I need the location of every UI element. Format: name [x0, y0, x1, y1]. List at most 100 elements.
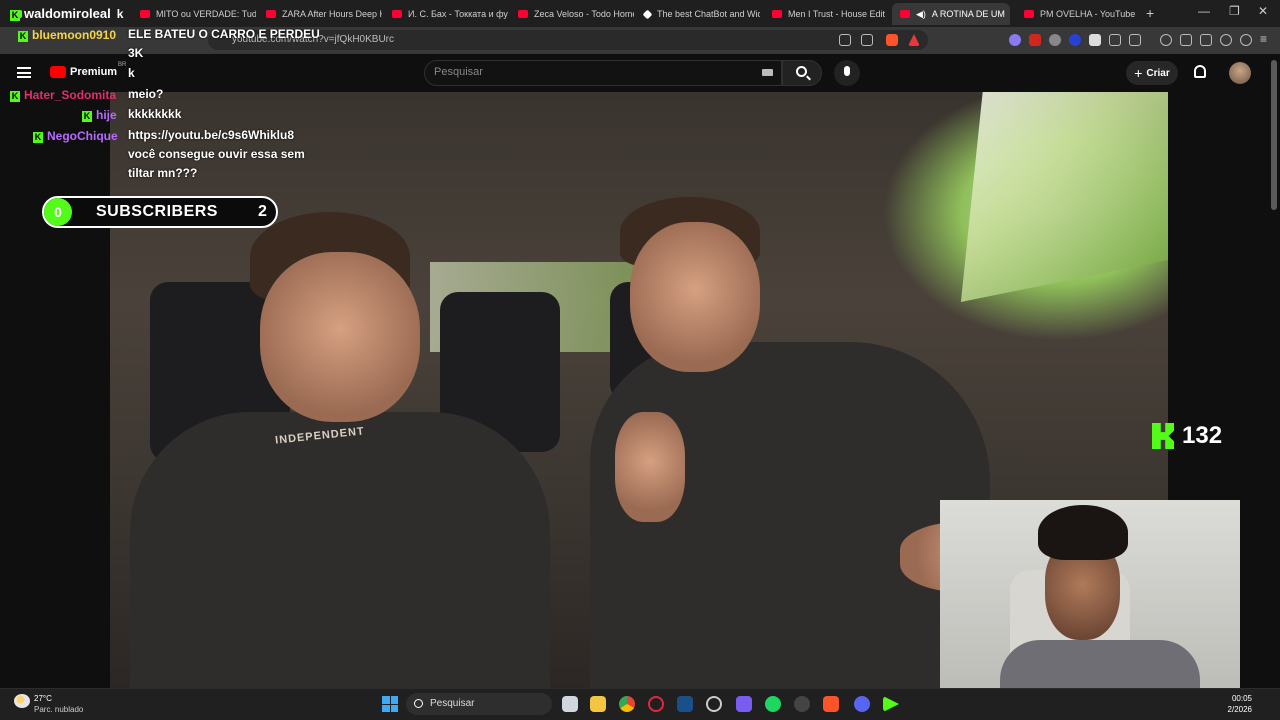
menu-icon[interactable]: ≡	[1260, 33, 1272, 46]
youtube-favicon-icon	[266, 10, 276, 18]
youtube-logo-text[interactable]: Premium	[70, 66, 117, 78]
keyboard-icon[interactable]	[762, 69, 773, 76]
voice-search-icon[interactable]	[834, 60, 860, 86]
chat-text: meio?	[128, 87, 164, 101]
app-icon[interactable]	[794, 696, 810, 712]
subscriber-count: 0	[44, 198, 72, 226]
chat-message: Khije	[82, 107, 123, 123]
tab-3[interactable]: И. С. Бах - Токката и фуга	[384, 3, 508, 25]
driver-head-image	[630, 222, 760, 372]
create-button[interactable]: + Criar	[1126, 61, 1178, 85]
clock-time[interactable]: 00:05	[1222, 694, 1252, 703]
tab-label: A ROTINA DE UM	[931, 9, 1005, 19]
sidebar-icon[interactable]	[1180, 34, 1192, 46]
tab-label: PM OVELHA - YouTube	[1040, 9, 1136, 19]
tab-label: MITO ou VERDADE: Tudo	[156, 9, 256, 19]
tab-4[interactable]: Zeca Veloso - Todo Homem	[510, 3, 634, 25]
new-tab-icon[interactable]: +	[1146, 5, 1154, 21]
kick-logo-icon	[1152, 423, 1174, 449]
chat-username: bluemoon0910	[32, 28, 117, 42]
brave-icon[interactable]	[823, 696, 839, 712]
cast-icon[interactable]	[839, 34, 851, 46]
passenger-body-image	[130, 412, 550, 688]
brave-shields-icon[interactable]	[886, 34, 898, 46]
chat-username: waldomiroleal	[24, 6, 111, 21]
chat-username: Hater_Sodomita	[24, 88, 117, 102]
app-grid-icon[interactable]	[736, 696, 752, 712]
chat-message: Kwaldomiroleal k	[10, 6, 123, 22]
wallet-icon[interactable]	[1200, 34, 1212, 46]
hand-image	[615, 412, 685, 522]
youtube-logo-icon[interactable]	[50, 66, 66, 78]
speaker-icon: ◀)	[916, 8, 926, 19]
hamburger-menu-icon[interactable]	[17, 67, 31, 78]
file-explorer-icon[interactable]	[590, 696, 606, 712]
streamer-hair-image	[1038, 505, 1128, 560]
avatar[interactable]	[1229, 62, 1251, 84]
steam-icon[interactable]	[677, 696, 693, 712]
chat-text: k	[128, 66, 135, 80]
taskbar	[0, 688, 1280, 720]
extension-icon[interactable]	[1089, 34, 1101, 46]
task-view-icon[interactable]	[562, 696, 578, 712]
discord-icon[interactable]	[854, 696, 870, 712]
temperature: 27°C	[34, 694, 52, 703]
youtube-favicon-icon	[900, 10, 910, 18]
tab-2[interactable]: ZARA After Hours Deep H	[258, 3, 382, 25]
viewer-counter: 132	[1152, 422, 1222, 450]
chat-text: 3K	[128, 46, 144, 60]
youtube-favicon-icon	[518, 10, 528, 18]
kick-badge-icon: K	[18, 31, 28, 42]
car-window-image	[960, 92, 1168, 302]
kick-badge-icon: K	[33, 132, 43, 143]
share-icon[interactable]	[861, 34, 873, 46]
chat-text: tiltar mn???	[128, 166, 198, 180]
region-code: BR	[118, 62, 127, 68]
vpn-icon[interactable]	[1240, 34, 1252, 46]
opera-icon[interactable]	[648, 696, 664, 712]
tab-active[interactable]: ◀)A ROTINA DE UM✕	[892, 3, 1010, 25]
chat-text: https://youtu.be/c9s6Whiklu8	[128, 128, 295, 142]
passenger-head-image	[260, 252, 420, 422]
restore-icon[interactable]: ❐	[1229, 4, 1240, 18]
extension-icon[interactable]	[1049, 34, 1061, 46]
extension-icon[interactable]	[1009, 34, 1021, 46]
notifications-bell-icon[interactable]	[1194, 65, 1206, 78]
minimize-icon[interactable]: —	[1198, 4, 1210, 18]
chat-message: K Hater_Sodomita	[10, 87, 122, 103]
extension-icon[interactable]	[1129, 34, 1141, 46]
clock-date[interactable]: 2/2026	[1200, 705, 1252, 714]
chat-text: ELE BATEU O CARRO E PERDEU	[128, 27, 320, 41]
subscriber-label: SUBSCRIBERS	[96, 203, 218, 220]
extension-icon[interactable]	[1069, 34, 1081, 46]
chat-message: K NegoChique	[33, 128, 124, 144]
chat-message: Kbluemoon0910	[18, 27, 122, 43]
youtube-favicon-icon	[1024, 10, 1034, 18]
extension-icon[interactable]	[1029, 34, 1041, 46]
kick-badge-icon: K	[10, 10, 20, 21]
tab-6[interactable]: Men I Trust - House Edit M	[764, 3, 888, 25]
tab-label: Men I Trust - House Edit M	[788, 9, 888, 19]
extensions-puzzle-icon[interactable]	[1109, 34, 1121, 46]
weather-condition: Parc. nublado	[34, 705, 84, 714]
media-icon[interactable]	[1160, 34, 1172, 46]
weather-icon[interactable]	[14, 694, 30, 708]
tab-8[interactable]: PM OVELHA - YouTube	[1016, 3, 1140, 25]
close-window-icon[interactable]: ✕	[1258, 4, 1268, 18]
leo-ai-icon[interactable]	[1220, 34, 1232, 46]
taskbar-search[interactable]	[406, 693, 552, 715]
scrollbar[interactable]	[1271, 60, 1277, 210]
settings-icon[interactable]	[706, 696, 722, 712]
spotify-icon[interactable]	[765, 696, 781, 712]
chat-text: k	[116, 7, 124, 21]
tab-label: И. С. Бах - Токката и фуга	[408, 9, 508, 19]
youtube-favicon-icon	[140, 10, 150, 18]
create-label: Criar	[1146, 67, 1170, 79]
windows-start-icon[interactable]	[382, 696, 398, 712]
search-placeholder: Pesquisar	[434, 66, 483, 78]
chrome-icon[interactable]	[619, 696, 635, 712]
tab-5[interactable]: The best ChatBot and Wid	[636, 3, 760, 25]
chat-text: kkkkkkkk	[128, 107, 182, 121]
tab-1[interactable]: MITO ou VERDADE: Tudo	[132, 3, 256, 25]
chatbot-favicon-icon	[642, 9, 653, 19]
